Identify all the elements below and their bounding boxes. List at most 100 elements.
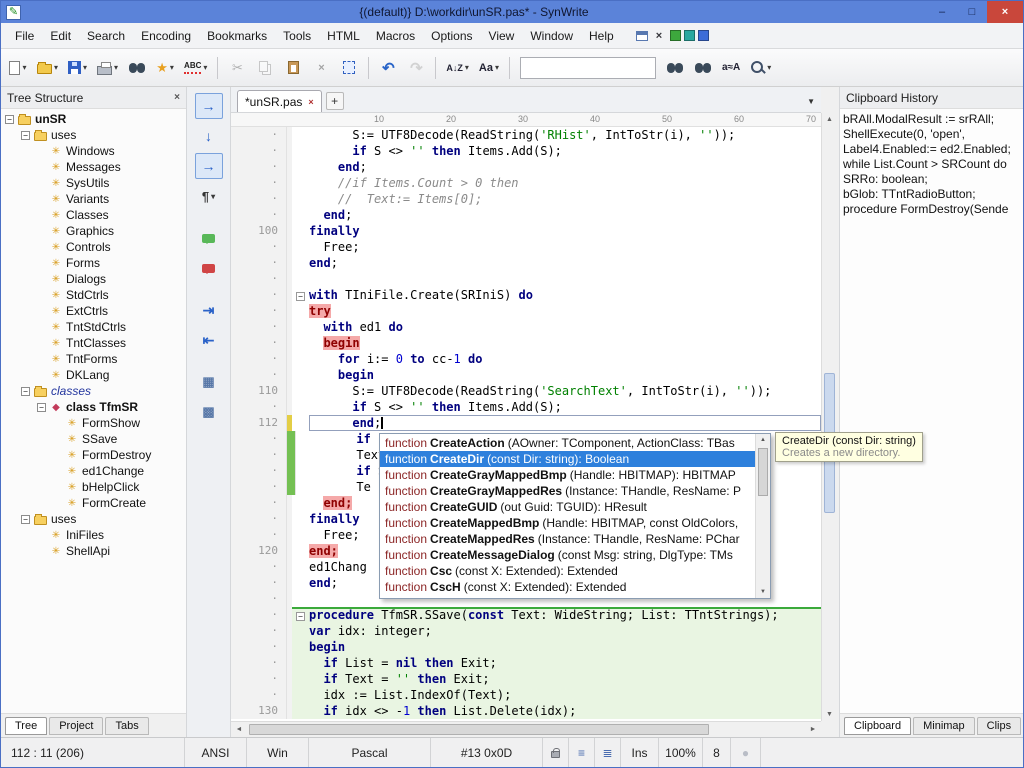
code-line[interactable]: 100finally bbox=[231, 223, 821, 239]
comment-on-button[interactable] bbox=[195, 225, 223, 251]
tree-item[interactable]: ✳Classes bbox=[1, 207, 186, 223]
panel-tab-minimap[interactable]: Minimap bbox=[913, 717, 975, 735]
fold-toggle-icon[interactable]: − bbox=[296, 292, 305, 301]
tree-item[interactable]: ✳ShellApi bbox=[1, 543, 186, 559]
code-line[interactable]: · with ed1 do bbox=[231, 319, 821, 335]
clipboard-item[interactable]: procedure FormDestroy(Sende bbox=[843, 202, 1023, 217]
focus-editor-button[interactable]: → bbox=[195, 93, 223, 119]
code-line[interactable]: ·end; bbox=[231, 255, 821, 271]
collapse-toggle-icon[interactable]: − bbox=[5, 115, 14, 124]
tab-list-icon[interactable]: ▼ bbox=[807, 97, 815, 106]
horizontal-scroll-thumb[interactable] bbox=[249, 724, 709, 735]
code-line[interactable]: · if S <> '' then Items.Add(S); bbox=[231, 399, 821, 415]
open-folder-button[interactable]: ▾ bbox=[33, 54, 62, 82]
code-line[interactable]: 112 end; bbox=[231, 415, 821, 431]
code-line[interactable]: · if List = nil then Exit; bbox=[231, 655, 821, 671]
copy-button[interactable] bbox=[252, 54, 278, 82]
pilcrow-button[interactable]: ¶▾ bbox=[195, 183, 223, 209]
panel-tab-tabs[interactable]: Tabs bbox=[105, 717, 148, 735]
redo-button[interactable]: ↷ bbox=[403, 54, 429, 82]
menu-item-tools[interactable]: Tools bbox=[275, 25, 319, 47]
menu-item-help[interactable]: Help bbox=[581, 25, 622, 47]
code-line[interactable]: · end; bbox=[231, 207, 821, 223]
scroll-left-icon[interactable]: ◄ bbox=[231, 726, 247, 733]
tree-item[interactable]: ✳FormDestroy bbox=[1, 447, 186, 463]
new-file-button[interactable]: ▾ bbox=[5, 54, 31, 82]
caret-position[interactable]: 112 : 11 (206) bbox=[1, 738, 185, 767]
color-swatch-2[interactable] bbox=[698, 30, 709, 41]
select-all-button[interactable] bbox=[336, 54, 362, 82]
toolbar-search-input[interactable] bbox=[520, 57, 656, 79]
completion-item[interactable]: functionCreateGrayMappedRes(Instance: TH… bbox=[380, 483, 755, 499]
tree-item[interactable]: ✳IniFiles bbox=[1, 527, 186, 543]
close-button[interactable]: × bbox=[987, 1, 1023, 23]
app-icon[interactable]: ✎ bbox=[6, 5, 21, 20]
spellcheck-button[interactable]: ABC▾ bbox=[180, 54, 211, 82]
tree-item[interactable]: −classes bbox=[1, 383, 186, 399]
macro-record-icon[interactable]: ● bbox=[731, 738, 761, 767]
tree-item[interactable]: −unSR bbox=[1, 111, 186, 127]
scroll-up-icon[interactable]: ▲ bbox=[822, 116, 837, 123]
menu-item-encoding[interactable]: Encoding bbox=[133, 25, 199, 47]
close-icon[interactable]: × bbox=[174, 92, 180, 103]
tree-item[interactable]: ✳Dialogs bbox=[1, 271, 186, 287]
wrap-icon[interactable]: ≡ bbox=[569, 738, 595, 767]
clipboard-item[interactable]: Label4.Enabled:= ed2.Enabled; bbox=[843, 142, 1023, 157]
unindent-button[interactable]: ⇤ bbox=[195, 327, 223, 353]
print-button[interactable]: ▾ bbox=[93, 54, 122, 82]
collapse-toggle-icon[interactable]: − bbox=[21, 131, 30, 140]
code-line[interactable]: · idx := List.IndexOf(Text); bbox=[231, 687, 821, 703]
tree-item[interactable]: ✳ed1Change bbox=[1, 463, 186, 479]
tree-item[interactable]: −uses bbox=[1, 511, 186, 527]
match-case-button[interactable]: a≈A bbox=[718, 54, 744, 82]
tree-item[interactable]: ✳Windows bbox=[1, 143, 186, 159]
completion-item[interactable]: functionCreateMappedRes(Instance: THandl… bbox=[380, 531, 755, 547]
lock-icon[interactable] bbox=[543, 738, 569, 767]
tab-size[interactable]: 8 bbox=[703, 738, 731, 767]
scroll-down-icon[interactable]: ▼ bbox=[756, 589, 770, 595]
tree-item[interactable]: ✳Messages bbox=[1, 159, 186, 175]
code-line[interactable]: · //if Items.Count > 0 then bbox=[231, 175, 821, 191]
code-line[interactable]: · begin bbox=[231, 367, 821, 383]
frame1-button[interactable]: ▦ bbox=[195, 369, 223, 395]
clipboard-item[interactable]: SRRo: boolean; bbox=[843, 172, 1023, 187]
tree-item[interactable]: ✳StdCtrls bbox=[1, 287, 186, 303]
scroll-right-icon[interactable]: ► bbox=[805, 726, 821, 733]
menu-item-window[interactable]: Window bbox=[522, 25, 581, 47]
char-code[interactable]: #13 0x0D bbox=[431, 738, 543, 767]
find-prev-button[interactable] bbox=[690, 54, 716, 82]
ruler-icon[interactable]: ≣ bbox=[595, 738, 621, 767]
panel-tab-clips[interactable]: Clips bbox=[977, 717, 1021, 735]
minimize-button[interactable]: – bbox=[927, 1, 957, 23]
clipboard-item[interactable]: while List.Count > SRCount do bbox=[843, 157, 1023, 172]
new-tab-button[interactable]: + bbox=[326, 92, 344, 110]
collapse-toggle-icon[interactable]: − bbox=[21, 515, 30, 524]
color-swatch-0[interactable] bbox=[670, 30, 681, 41]
completion-item[interactable]: functionCreateGrayMappedBmp(Handle: HBIT… bbox=[380, 467, 755, 483]
maximize-button[interactable]: □ bbox=[957, 1, 987, 23]
tree-item[interactable]: ✳Variants bbox=[1, 191, 186, 207]
menu-item-search[interactable]: Search bbox=[79, 25, 133, 47]
child-close-icon[interactable]: × bbox=[656, 30, 662, 42]
macro-button[interactable]: ★▾ bbox=[152, 54, 178, 82]
editor-tab[interactable]: *unSR.pas × bbox=[237, 90, 322, 112]
clipboard-item[interactable]: ShellExecute(0, 'open', bbox=[843, 127, 1023, 142]
completion-item[interactable]: functionCreateDir(const Dir: string): Bo… bbox=[380, 451, 755, 467]
delete-button[interactable]: × bbox=[308, 54, 334, 82]
cut-button[interactable]: ✂ bbox=[224, 54, 250, 82]
comment-off-button[interactable] bbox=[195, 255, 223, 281]
menu-item-html[interactable]: HTML bbox=[319, 25, 368, 47]
scroll-up-icon[interactable]: ▲ bbox=[756, 437, 770, 443]
sort-button[interactable]: A↓Z▾ bbox=[442, 54, 473, 82]
code-line[interactable]: · if S <> '' then Items.Add(S); bbox=[231, 143, 821, 159]
completion-item[interactable]: functionCscH(const X: Extended): Extende… bbox=[380, 579, 755, 595]
menu-item-options[interactable]: Options bbox=[423, 25, 480, 47]
code-line[interactable]: ·−with TIniFile.Create(SRIniS) do bbox=[231, 287, 821, 303]
code-line[interactable]: ·begin bbox=[231, 639, 821, 655]
frame2-button[interactable]: ▩ bbox=[195, 399, 223, 425]
horizontal-scrollbar[interactable]: ◄ ► bbox=[231, 721, 821, 737]
tree-item[interactable]: ✳DKLang bbox=[1, 367, 186, 383]
undo-button[interactable]: ↶ bbox=[375, 54, 401, 82]
panel-tab-clipboard[interactable]: Clipboard bbox=[844, 717, 911, 735]
code-line[interactable]: ·try bbox=[231, 303, 821, 319]
